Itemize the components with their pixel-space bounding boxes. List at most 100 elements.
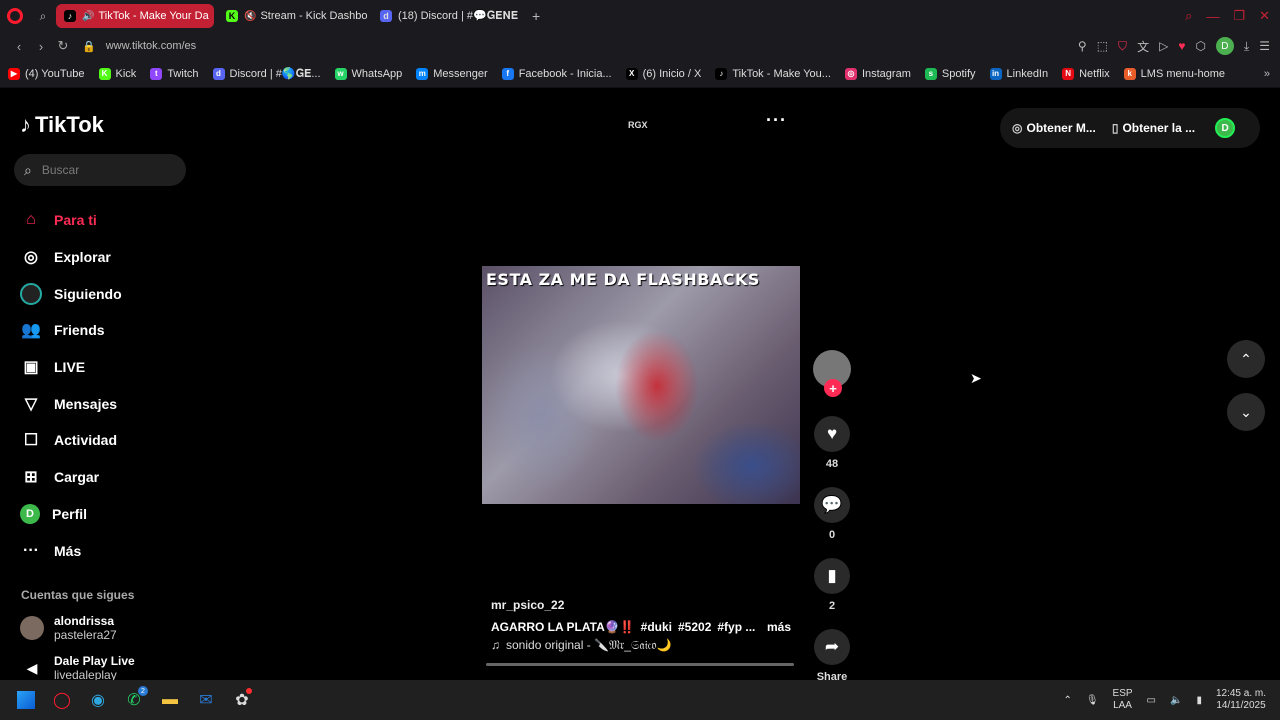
- bookmark-item[interactable]: k LMS menu-home: [1123, 67, 1225, 80]
- bookmark-item[interactable]: ▶ (4) YouTube: [8, 67, 85, 80]
- bookmark-item[interactable]: s Spotify: [924, 67, 976, 80]
- hashtag-link[interactable]: #duki: [641, 620, 672, 634]
- bookmark-item[interactable]: w WhatsApp: [334, 67, 402, 80]
- play-icon[interactable]: ▷: [1159, 39, 1168, 53]
- bookmark-item[interactable]: in LinkedIn: [989, 67, 1048, 80]
- sidebar-item-label: Cargar: [54, 469, 100, 486]
- bookmark-item[interactable]: m Messenger: [416, 67, 488, 80]
- bookmark-favicon-icon: m: [416, 67, 429, 80]
- bookmark-item[interactable]: d Discord | #🌎𝐆𝐄...: [212, 67, 321, 81]
- sidebar-item-label: Siguiendo: [54, 285, 122, 302]
- microphone-icon[interactable]: 🎙: [1086, 695, 1099, 706]
- more-icon: ···: [23, 541, 39, 559]
- user-avatar[interactable]: D: [1215, 118, 1236, 138]
- download-icon[interactable]: ⤓: [1244, 39, 1249, 54]
- start-button[interactable]: [8, 680, 44, 720]
- next-video-button[interactable]: ⌄: [1227, 393, 1265, 431]
- more-options-icon[interactable]: ···: [766, 110, 787, 131]
- whatsapp-taskbar-icon[interactable]: ✆ 2: [116, 680, 152, 720]
- forward-icon[interactable]: ›: [30, 39, 52, 54]
- video-author[interactable]: mr_psico_22: [491, 598, 791, 612]
- sidebar-item-mas[interactable]: ··· Más: [20, 532, 122, 569]
- search-icon: ⌕: [24, 161, 32, 178]
- browser-profile-avatar[interactable]: D: [1215, 37, 1234, 55]
- opera-taskbar-icon[interactable]: ◯: [44, 680, 80, 720]
- search-input[interactable]: [41, 163, 162, 177]
- sidebar-item-siguiendo[interactable]: Siguiendo: [20, 275, 122, 312]
- file-explorer-icon[interactable]: ▬: [152, 680, 188, 720]
- extensions-icon[interactable]: ⬡: [1195, 39, 1205, 53]
- sidebar-item-actividad[interactable]: ☐ Actividad: [20, 422, 122, 459]
- video-player[interactable]: ESTA ZA ME DA FLASHBACKS: [482, 266, 800, 504]
- bookmark-item[interactable]: ♪ TikTok - Make You...: [715, 67, 831, 80]
- sidebar-item-friends[interactable]: 👥 Friends: [20, 312, 122, 349]
- opera-logo-icon[interactable]: [0, 0, 30, 32]
- sidebar-item-mensajes[interactable]: ▽ Mensajes: [20, 385, 122, 422]
- edge-taskbar-icon[interactable]: ◉: [80, 680, 116, 720]
- share-button[interactable]: ➦: [814, 629, 850, 665]
- url-field[interactable]: 🔒 www.tiktok.com/es: [82, 40, 196, 53]
- bookmark-icon: ▮: [827, 566, 837, 585]
- speaker-icon[interactable]: 🔊: [82, 11, 94, 22]
- bookmarks-overflow-icon[interactable]: »: [1264, 68, 1280, 80]
- tab-tiktok[interactable]: ♪ 🔊 TikTok - Make Your Da: [56, 4, 214, 28]
- sidebar-item-perfil[interactable]: D Perfil: [20, 496, 122, 533]
- tab-kick[interactable]: K 🔇 Stream - Kick Dashbo: [218, 4, 368, 28]
- muted-speaker-icon[interactable]: 🔇: [244, 11, 256, 22]
- bookmark-item[interactable]: X (6) Inicio / X: [625, 67, 701, 80]
- clock[interactable]: 12:45 a. m. 14/11/2025: [1216, 688, 1266, 712]
- bookmark-item[interactable]: f Facebook - Inicia...: [501, 67, 612, 80]
- mail-taskbar-icon[interactable]: ✉: [188, 680, 224, 720]
- get-app-button[interactable]: ◎ Obtener M...: [1012, 121, 1096, 135]
- music-note-icon: ♫: [491, 638, 500, 652]
- reload-icon[interactable]: ↻: [52, 38, 74, 54]
- sidebar-item-cargar[interactable]: ⊞ Cargar: [20, 459, 122, 496]
- back-icon[interactable]: ‹: [8, 39, 30, 54]
- tiktok-logo[interactable]: ♪ TikTok: [20, 112, 104, 138]
- maximize-icon[interactable]: ❐: [1233, 8, 1245, 24]
- translate-icon[interactable]: 文: [1137, 38, 1149, 55]
- tab-discord[interactable]: d (18) Discord | #💬𝐆𝐄𝐍𝐄: [372, 4, 524, 28]
- chatgpt-taskbar-icon[interactable]: ✿: [224, 680, 260, 720]
- new-tab-icon[interactable]: +: [532, 8, 540, 24]
- snapshot-icon[interactable]: ⬚: [1097, 39, 1108, 53]
- minimize-icon[interactable]: —: [1206, 9, 1219, 24]
- more-link[interactable]: más: [767, 620, 791, 634]
- follow-plus-icon[interactable]: +: [824, 379, 842, 397]
- close-icon[interactable]: ✕: [1259, 8, 1270, 24]
- shield-icon[interactable]: ⛉: [1118, 39, 1127, 54]
- comment-button[interactable]: 💬: [814, 487, 850, 523]
- network-icon[interactable]: ▭: [1147, 695, 1156, 706]
- volume-icon[interactable]: 🔈: [1170, 695, 1182, 706]
- video-sound[interactable]: ♫ sonido original - 🔪𝔐𝔯_𝔖𝔞𝔦𝔠𝔬🌙: [491, 638, 791, 653]
- following-account[interactable]: ◀ Dale Play Live livedaleplay: [20, 654, 135, 682]
- sidebar-item-para-ti[interactable]: ⌂ Para ti: [20, 202, 122, 239]
- battery-icon[interactable]: ▮: [1196, 695, 1202, 706]
- bookmark-item[interactable]: N Netflix: [1062, 67, 1110, 80]
- heart-icon[interactable]: ♥: [1178, 39, 1185, 53]
- language-indicator[interactable]: ESP LAA: [1113, 688, 1133, 712]
- sidebar-item-live[interactable]: ▣ LIVE: [20, 349, 122, 386]
- search-icon[interactable]: ⌕: [1185, 8, 1192, 24]
- bookmark-item[interactable]: t Twitch: [150, 67, 199, 80]
- bookmark-item[interactable]: K Kick: [98, 67, 137, 80]
- hashtag-link[interactable]: #fyp ...: [717, 620, 755, 634]
- pin-icon[interactable]: ⚲: [1078, 39, 1087, 53]
- sidebar-item-explorar[interactable]: ◎ Explorar: [20, 239, 122, 276]
- hashtag-link[interactable]: #5202: [678, 620, 711, 634]
- creator-avatar[interactable]: +: [813, 350, 851, 397]
- like-button[interactable]: ♥: [814, 416, 850, 452]
- sidebar-item-label: LIVE: [54, 359, 86, 376]
- bookmark-label: Kick: [115, 67, 137, 80]
- bookmark-label: Discord | #🌎𝐆𝐄...: [229, 67, 321, 80]
- get-mobile-app-button[interactable]: ▯ Obtener la ...: [1112, 121, 1195, 135]
- tab-search-icon[interactable]: ⌕: [30, 0, 56, 32]
- following-account[interactable]: alondrissa pastelera27: [20, 614, 117, 642]
- menu-icon[interactable]: ☰: [1259, 39, 1270, 53]
- save-button[interactable]: ▮: [814, 558, 850, 594]
- video-progress-bar[interactable]: [486, 663, 794, 666]
- previous-video-button[interactable]: ⌃: [1227, 340, 1265, 378]
- comment-count: 0: [828, 529, 836, 541]
- bookmark-item[interactable]: ◎ Instagram: [844, 67, 911, 80]
- chevron-up-icon[interactable]: ⌃: [1063, 695, 1071, 706]
